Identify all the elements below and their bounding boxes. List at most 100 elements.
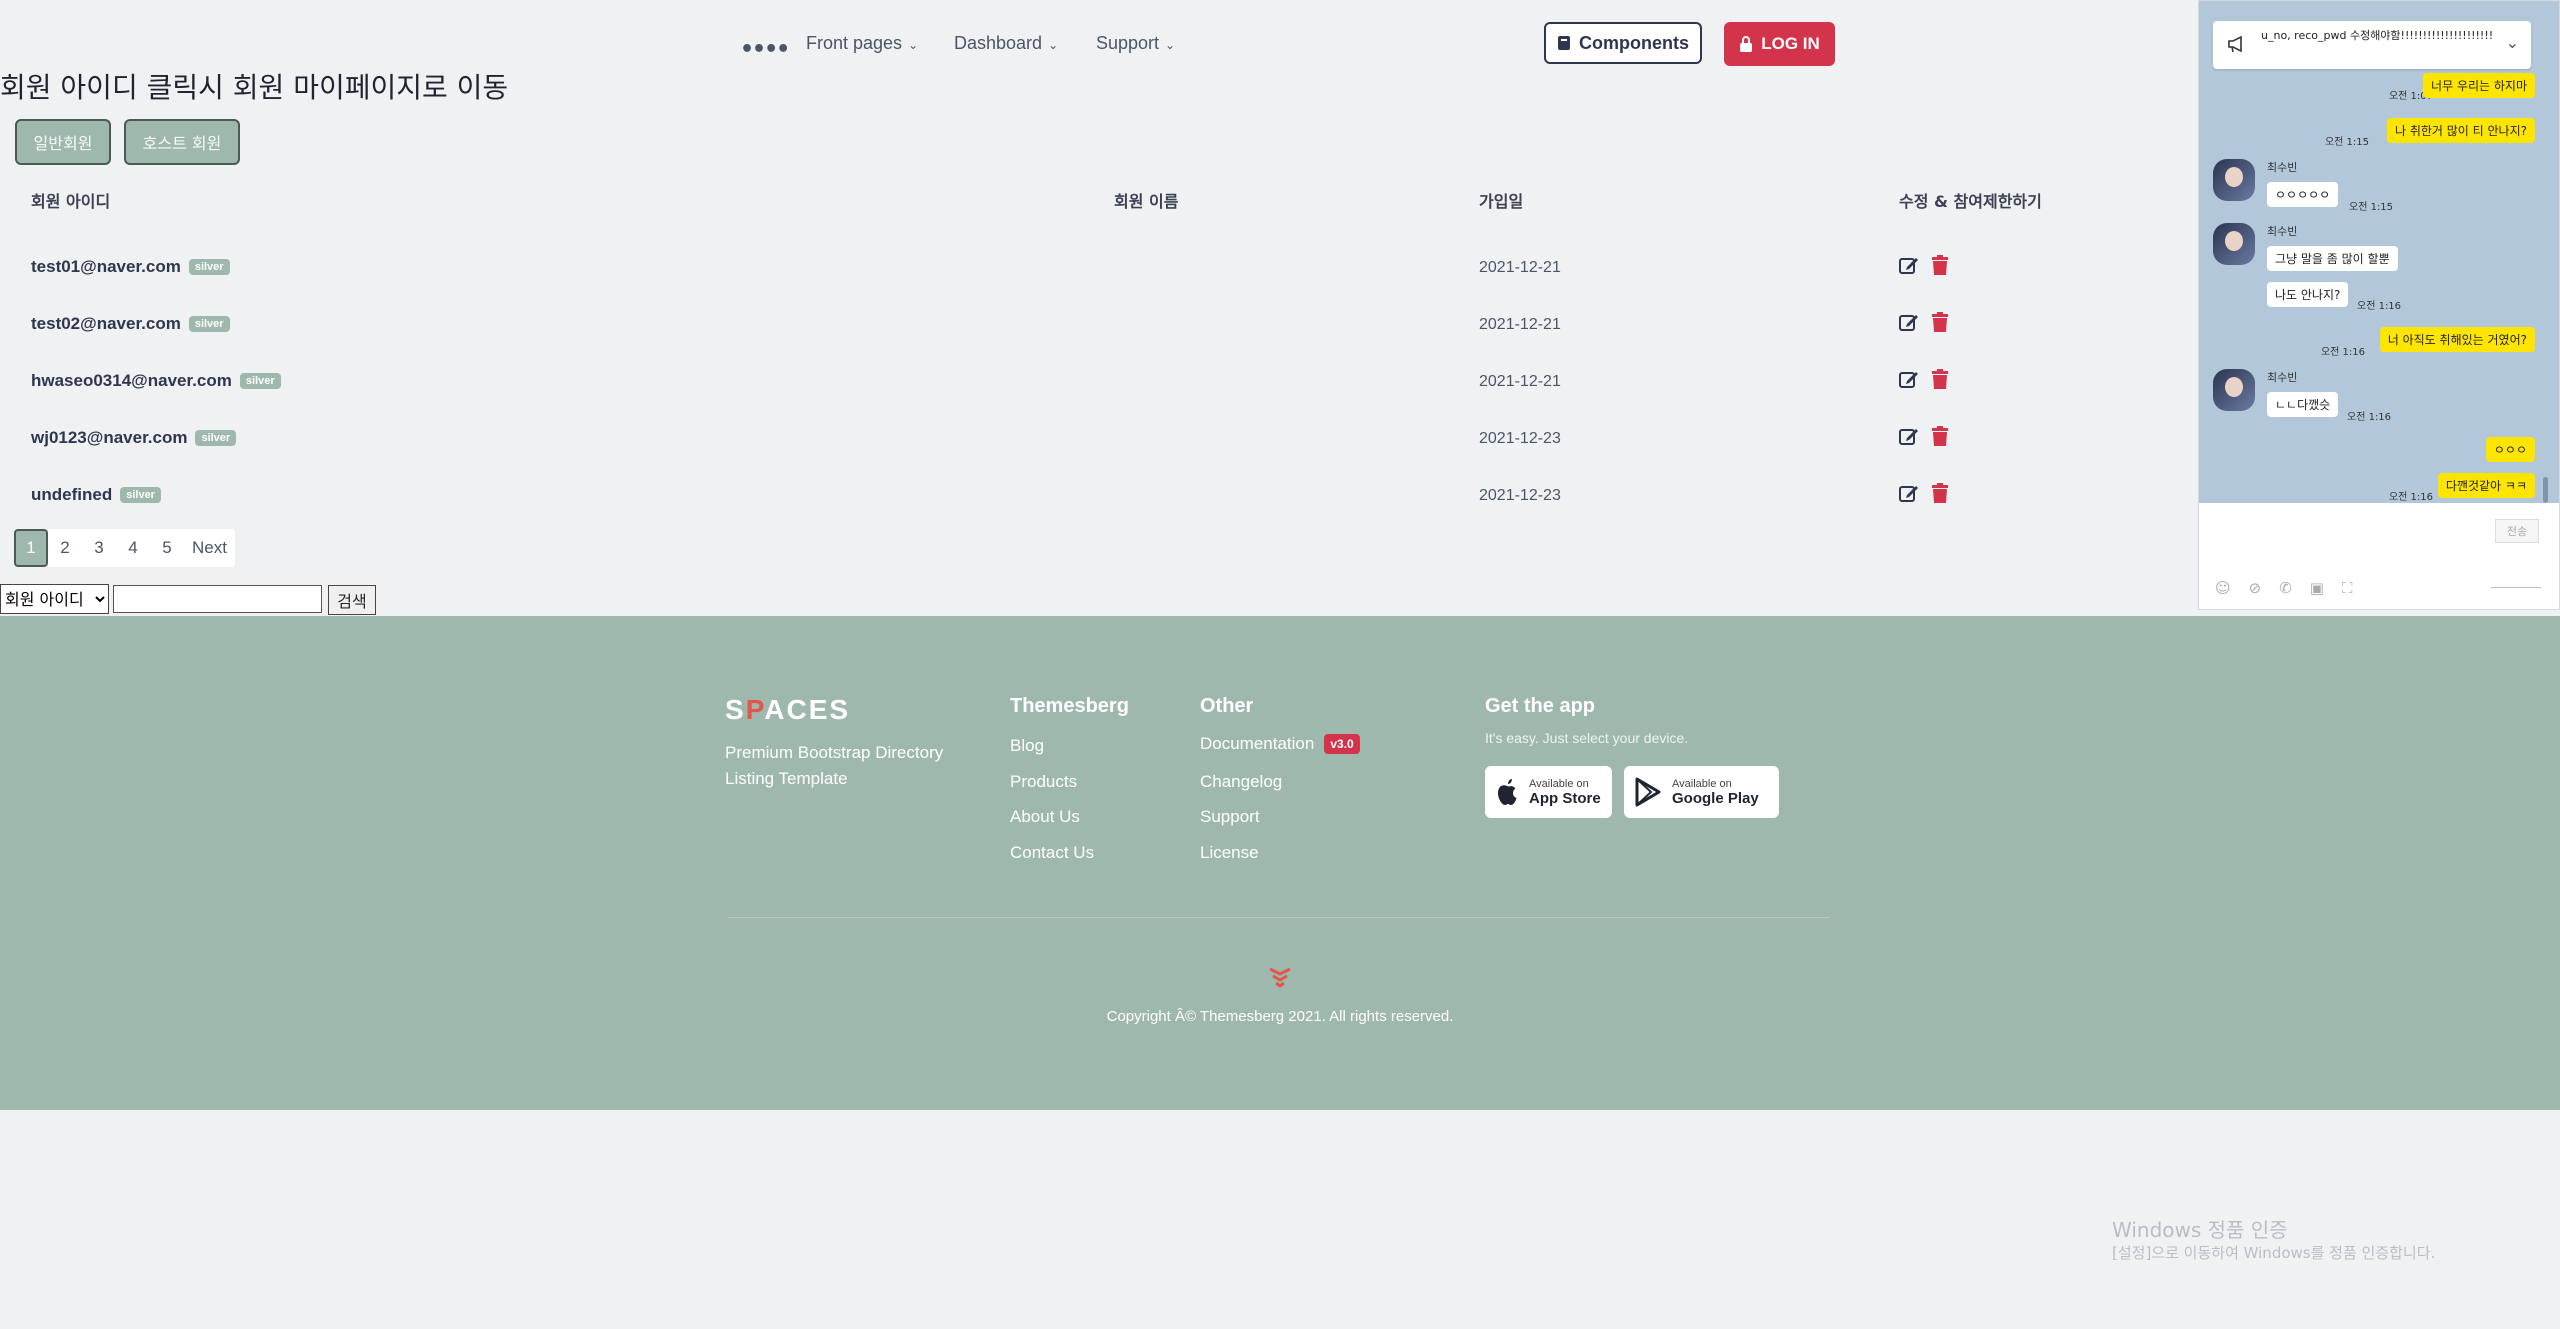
attach-icon[interactable]: ⊘	[2249, 579, 2262, 597]
join-date: 2021-12-21	[1479, 259, 1561, 276]
footer-themesberg-title: Themesberg	[1010, 695, 1129, 717]
zoom-slider[interactable]	[2491, 587, 2541, 588]
message-time: 오전 1:15	[2349, 202, 2394, 213]
chevron-down-icon[interactable]: ⌄	[2506, 33, 2519, 52]
chat-message-other: 그냥 말을 좀 많이 할뿐	[2267, 246, 2398, 271]
capture-icon[interactable]: ⛶	[2342, 579, 2353, 597]
app-store-button[interactable]: Available on App Store	[1485, 766, 1612, 818]
nav-logo-dots[interactable]: ••••	[740, 37, 790, 62]
edit-icon[interactable]	[1899, 312, 1919, 332]
chat-notice[interactable]: u_no, reco_pwd 수정해야함!!!!!!!!!!!!!!!!!!!!…	[2213, 21, 2531, 69]
chat-message-mine: 너무 우리는 하지마	[2423, 73, 2535, 98]
avatar[interactable]	[2213, 159, 2255, 201]
page-3-button[interactable]: 3	[82, 529, 116, 567]
footer-link-blog[interactable]: Blog	[1010, 736, 1044, 756]
trash-icon[interactable]	[1931, 426, 1949, 446]
nav-dashboard-label: Dashboard	[954, 33, 1043, 53]
windows-activation-title: Windows 정품 인증	[2112, 1218, 2288, 1242]
member-id-link[interactable]: test01@naver.com silver	[31, 257, 230, 277]
nav-support[interactable]: Support ⌄	[1096, 33, 1175, 54]
chat-scrollbar[interactable]	[2543, 477, 2548, 503]
grade-badge: silver	[195, 430, 237, 446]
member-id-text: undefined	[31, 485, 113, 504]
components-button[interactable]: Components	[1544, 22, 1702, 64]
call-icon[interactable]: ✆	[2279, 579, 2292, 597]
grade-badge: silver	[239, 373, 281, 389]
header-member-id: 회원 아이디	[31, 192, 111, 211]
member-id-link[interactable]: hwaseo0314@naver.com silver	[31, 371, 281, 391]
footer-tagline: Premium Bootstrap Directory Listing Temp…	[725, 743, 944, 788]
trash-icon[interactable]	[1931, 255, 1949, 275]
login-button[interactable]: LOG IN	[1724, 22, 1835, 66]
footer-link-contact-us[interactable]: Contact Us	[1010, 843, 1094, 863]
app-store-small: Available on	[1529, 777, 1589, 790]
themesberg-logo-icon[interactable]	[1267, 965, 1293, 991]
google-play-big: Google Play	[1672, 789, 1759, 807]
page-title: 회원 아이디 클릭시 회원 마이페이지로 이동	[0, 71, 509, 104]
nav-front-pages[interactable]: Front pages ⌄	[806, 33, 918, 54]
avatar[interactable]	[2213, 223, 2255, 265]
trash-icon[interactable]	[1931, 312, 1949, 332]
page-2-button[interactable]: 2	[48, 529, 82, 567]
spaces-logo[interactable]: SPACES	[725, 694, 850, 726]
windows-activation-text: [설정]으로 이동하여 Windows를 정품 인증합니다.	[2112, 1244, 2436, 1262]
sender-name: 최수빈	[2267, 225, 2298, 238]
login-label: LOG IN	[1761, 34, 1820, 53]
logo-part: S	[725, 694, 746, 725]
chat-messages-area[interactable]: u_no, reco_pwd 수정해야함!!!!!!!!!!!!!!!!!!!!…	[2199, 1, 2559, 503]
chat-message-other: 나도 안나지?	[2267, 282, 2349, 307]
member-id-link[interactable]: undefined silver	[31, 485, 161, 505]
emoji-icon[interactable]: ☺	[2215, 579, 2231, 597]
tab-host-member[interactable]: 호스트 회원	[124, 119, 240, 165]
join-date: 2021-12-21	[1479, 316, 1561, 333]
edit-icon[interactable]	[1899, 426, 1919, 446]
google-play-button[interactable]: Available on Google Play	[1624, 766, 1779, 818]
documentation-label: Documentation	[1200, 734, 1315, 753]
trash-icon[interactable]	[1931, 483, 1949, 503]
trash-icon[interactable]	[1931, 369, 1949, 389]
send-button[interactable]: 전송	[2495, 519, 2539, 543]
message-time: 오전 1:16	[2388, 492, 2433, 503]
chevron-down-icon: ⌄	[1048, 38, 1059, 52]
grade-badge: silver	[188, 259, 230, 275]
search-input[interactable]	[113, 585, 322, 613]
page-5-button[interactable]: 5	[150, 529, 184, 567]
edit-icon[interactable]	[1899, 255, 1919, 275]
page-1-button[interactable]: 1	[14, 529, 48, 567]
search-button[interactable]: 검색	[328, 585, 376, 615]
table-row: test02@naver.com silver 2021-12-21	[0, 298, 2198, 355]
footer-link-license[interactable]: License	[1200, 843, 1259, 863]
grade-badge: silver	[188, 316, 230, 332]
member-id-text: hwaseo0314@naver.com	[31, 371, 232, 390]
message-time: 오전 1:16	[2320, 347, 2365, 358]
app-store-big: App Store	[1529, 789, 1601, 807]
calendar-icon[interactable]: ▣	[2310, 579, 2324, 597]
footer-link-documentation[interactable]: Documentation v3.0	[1200, 734, 1360, 754]
footer-link-changelog[interactable]: Changelog	[1200, 772, 1282, 792]
message-time: 오전 1:16	[2347, 412, 2392, 423]
member-id-text: wj0123@naver.com	[31, 428, 188, 447]
edit-icon[interactable]	[1899, 483, 1919, 503]
footer-link-products[interactable]: Products	[1010, 772, 1077, 792]
nav-dashboard[interactable]: Dashboard ⌄	[954, 33, 1058, 54]
chat-message-mine: 나 취한거 많이 티 안나지?	[2386, 118, 2535, 143]
page-4-button[interactable]: 4	[116, 529, 150, 567]
footer-app-subtitle: It's easy. Just select your device.	[1485, 730, 1689, 746]
avatar[interactable]	[2213, 369, 2255, 411]
tab-general-member[interactable]: 일반회원	[15, 119, 111, 165]
grade-badge: silver	[120, 487, 161, 503]
footer-link-support[interactable]: Support	[1200, 807, 1260, 827]
table-row: undefined silver 2021-12-23	[0, 469, 2198, 526]
header-actions: 수정 & 참여제한하기	[1899, 192, 2042, 211]
footer-divider	[728, 917, 1830, 918]
member-id-link[interactable]: wj0123@naver.com silver	[31, 428, 237, 448]
nav-support-label: Support	[1096, 33, 1160, 53]
join-date: 2021-12-21	[1479, 373, 1561, 390]
member-id-link[interactable]: test02@naver.com silver	[31, 314, 230, 334]
next-page-button[interactable]: Next	[184, 529, 235, 567]
footer-link-about-us[interactable]: About Us	[1010, 807, 1080, 827]
apple-icon	[1498, 779, 1517, 805]
search-type-select[interactable]: 회원 아이디	[0, 584, 109, 614]
book-icon	[1558, 36, 1570, 50]
edit-icon[interactable]	[1899, 369, 1919, 389]
